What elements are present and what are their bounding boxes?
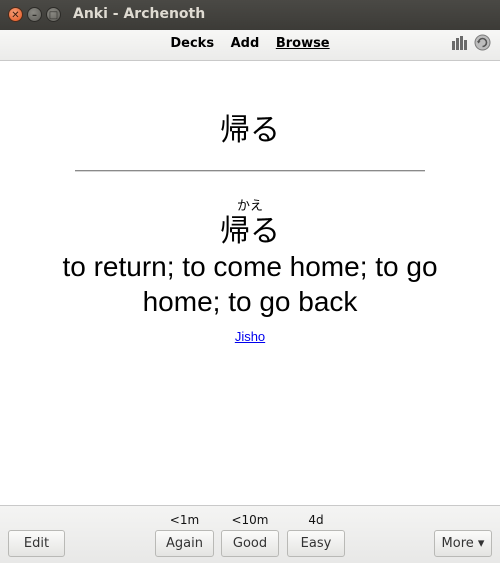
- card-view: 帰る かえ 帰る to return; to come home; to go …: [0, 61, 500, 505]
- stats-icon[interactable]: [451, 36, 469, 50]
- again-button[interactable]: Again: [155, 530, 214, 557]
- title-bar: ✕ – □ Anki - Archenoth: [0, 0, 500, 30]
- minimize-window-button[interactable]: –: [27, 7, 42, 22]
- main-toolbar: Decks Add Browse: [0, 30, 500, 61]
- card-front-text: 帰る: [220, 113, 280, 148]
- toolbar-add-link[interactable]: Add: [231, 36, 260, 51]
- easy-due-label: 4d: [308, 513, 324, 527]
- furigana-reading: かえ: [236, 199, 263, 214]
- more-button[interactable]: More ▾: [434, 530, 492, 557]
- answer-meaning: to return; to come home; to go home; to …: [62, 251, 438, 317]
- easy-button[interactable]: Easy: [287, 530, 345, 557]
- again-due-label: <1m: [169, 513, 200, 527]
- answer-divider: [75, 170, 425, 172]
- sync-icon[interactable]: [474, 34, 491, 51]
- edit-button[interactable]: Edit: [8, 530, 65, 557]
- maximize-window-button[interactable]: □: [46, 7, 61, 22]
- toolbar-decks-link[interactable]: Decks: [170, 36, 214, 51]
- answer-kanji: 帰る: [220, 214, 280, 249]
- jisho-link[interactable]: Jisho: [235, 329, 265, 344]
- window-title: Anki - Archenoth: [73, 6, 206, 22]
- review-bottom-bar: Edit <1m Again <10m Good 4d Easy More ▾: [0, 505, 500, 563]
- close-window-button[interactable]: ✕: [8, 7, 23, 22]
- toolbar-browse-link[interactable]: Browse: [276, 36, 330, 51]
- good-due-label: <10m: [231, 513, 269, 527]
- card-answer: かえ 帰る to return; to come home; to go hom…: [0, 199, 500, 346]
- good-button[interactable]: Good: [221, 530, 279, 557]
